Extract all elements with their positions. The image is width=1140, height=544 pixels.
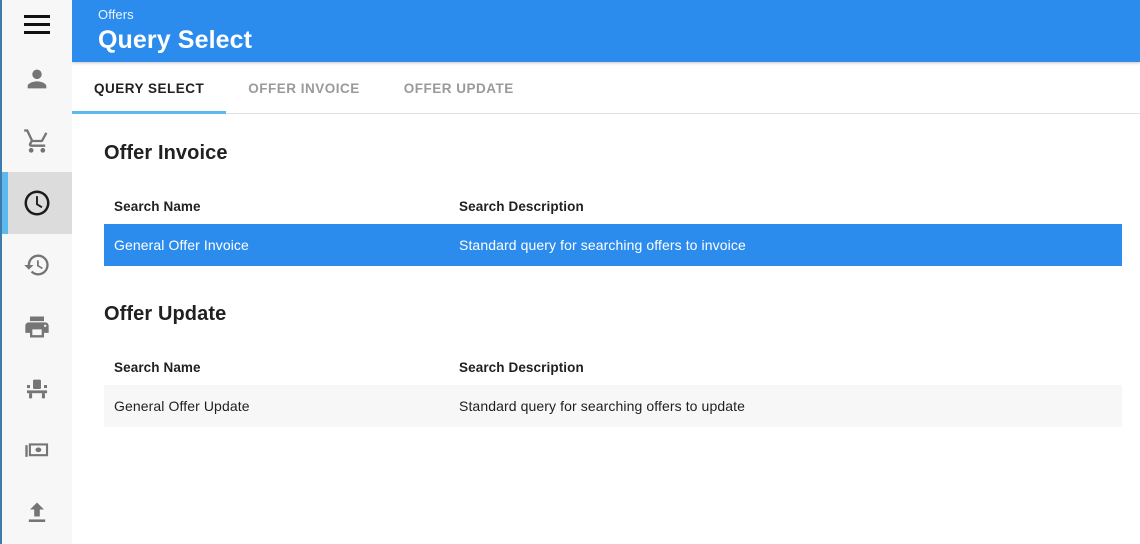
table-offer-update: Search Name Search Description General O… bbox=[104, 354, 1122, 427]
clock-icon bbox=[22, 188, 52, 218]
table-header-row: Search Name Search Description bbox=[104, 193, 1122, 224]
hamburger-bar-1 bbox=[24, 14, 50, 18]
upload-icon bbox=[23, 499, 51, 527]
page-title: Query Select bbox=[98, 26, 253, 54]
hamburger-bar-2 bbox=[24, 22, 50, 26]
content-area: Offer Invoice Search Name Search Descrip… bbox=[72, 114, 1140, 544]
section-title-offer-invoice: Offer Invoice bbox=[104, 142, 228, 164]
printer-icon bbox=[23, 313, 51, 341]
sidebar-item-shopping-cart[interactable] bbox=[2, 110, 72, 172]
sidebar-item-printer[interactable] bbox=[2, 296, 72, 358]
sidebar-item-upload[interactable] bbox=[2, 482, 72, 544]
section-title-offer-update: Offer Update bbox=[104, 303, 227, 325]
cell-search-name: General Offer Update bbox=[104, 385, 449, 427]
column-header-search-name: Search Name bbox=[114, 360, 201, 375]
shopping-cart-icon bbox=[23, 127, 51, 155]
history-icon bbox=[23, 251, 51, 279]
breadcrumb: Offers bbox=[98, 7, 134, 22]
cell-search-name: General Offer Invoice bbox=[104, 224, 449, 266]
hamburger-menu-button[interactable] bbox=[2, 0, 72, 48]
table-row[interactable]: General Offer Invoice Standard query for… bbox=[104, 224, 1122, 266]
section-offer-invoice: Offer Invoice Search Name Search Descrip… bbox=[72, 114, 1140, 266]
sidebar-nav bbox=[2, 48, 72, 544]
tab-offer-invoice[interactable]: OFFER INVOICE bbox=[226, 62, 382, 114]
hamburger-bar-3 bbox=[24, 30, 50, 34]
sidebar-item-clock[interactable] bbox=[2, 172, 72, 234]
tab-offer-update[interactable]: OFFER UPDATE bbox=[382, 62, 536, 114]
cash-icon bbox=[23, 437, 51, 465]
page-header: Offers Query Select bbox=[72, 0, 1140, 62]
cell-search-description: Standard query for searching offers to u… bbox=[449, 385, 1122, 427]
section-offer-update: Offer Update Search Name Search Descript… bbox=[72, 266, 1140, 427]
sidebar-item-history[interactable] bbox=[2, 234, 72, 296]
person-icon bbox=[23, 65, 51, 93]
column-header-search-name: Search Name bbox=[114, 199, 201, 214]
hamburger-menu-icon bbox=[24, 14, 50, 34]
sidebar-item-person[interactable] bbox=[2, 48, 72, 110]
scale-icon bbox=[23, 375, 51, 403]
sidebar-item-cash[interactable] bbox=[2, 420, 72, 482]
sidebar-item-scale[interactable] bbox=[2, 358, 72, 420]
sidebar bbox=[0, 0, 72, 544]
table-offer-invoice: Search Name Search Description General O… bbox=[104, 193, 1122, 266]
cell-search-description: Standard query for searching offers to i… bbox=[449, 224, 1122, 266]
column-header-search-description: Search Description bbox=[459, 360, 584, 375]
tab-bar: QUERY SELECT OFFER INVOICE OFFER UPDATE bbox=[72, 62, 1140, 114]
column-header-search-description: Search Description bbox=[459, 199, 584, 214]
table-header-row: Search Name Search Description bbox=[104, 354, 1122, 385]
main-area: Offers Query Select QUERY SELECT OFFER I… bbox=[72, 0, 1140, 544]
table-row[interactable]: General Offer Update Standard query for … bbox=[104, 385, 1122, 427]
tab-query-select[interactable]: QUERY SELECT bbox=[72, 62, 227, 114]
app-root: Offers Query Select QUERY SELECT OFFER I… bbox=[0, 0, 1140, 544]
